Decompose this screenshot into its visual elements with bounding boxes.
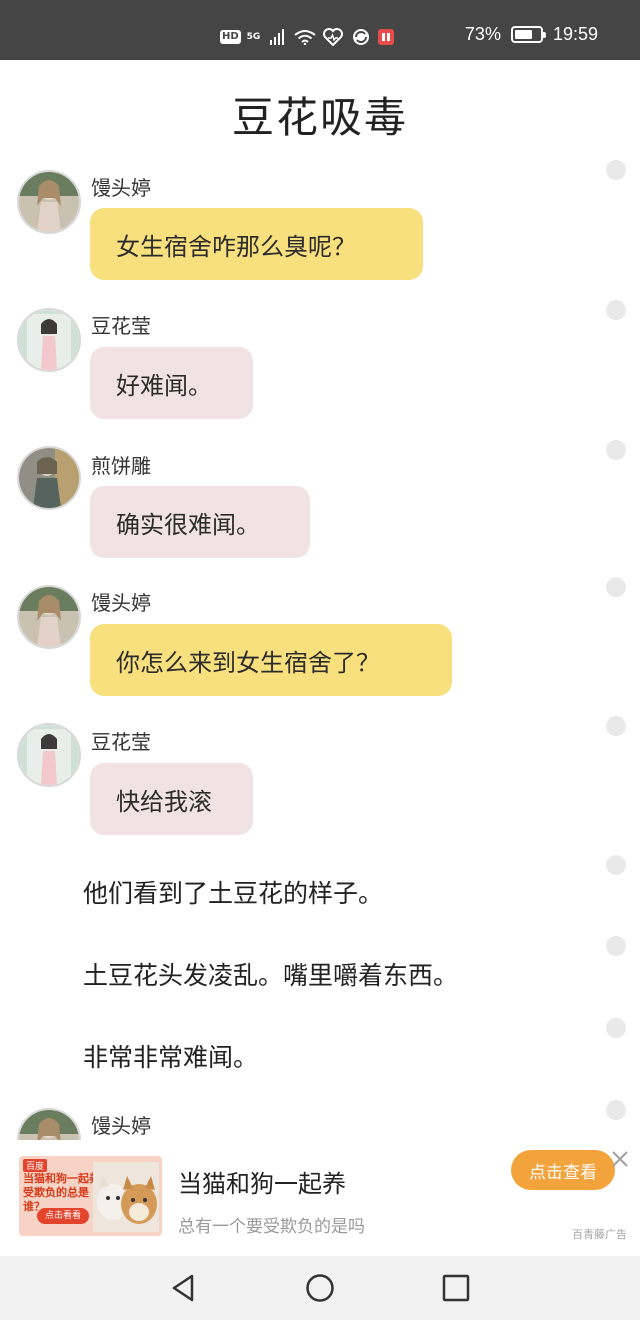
message-bubble[interactable]: 好难闻。 (90, 347, 253, 419)
sender-name: 馒头婷 (91, 591, 151, 615)
battery-icon (510, 26, 546, 43)
ad-cta-button[interactable]: 点击查看 (511, 1150, 615, 1190)
navigation-bar (0, 1256, 640, 1320)
sender-name: 豆花莹 (91, 730, 151, 754)
avatar[interactable] (17, 446, 81, 510)
close-icon[interactable] (609, 1148, 631, 1170)
narration-text[interactable]: 他们看到了土豆花的样子。 (83, 874, 383, 910)
signal-bars-icon (266, 28, 288, 46)
heart-icon (322, 28, 344, 46)
clock: 19:59 (552, 24, 598, 44)
select-dot[interactable] (606, 577, 626, 597)
recents-square-icon[interactable] (440, 1272, 472, 1304)
avatar[interactable] (17, 585, 81, 649)
ad-image[interactable]: 百度 当猫和狗一起养 受欺负的总是谁？ 点击看看 (19, 1156, 162, 1236)
narration-text[interactable]: 非常非常难闻。 (83, 1038, 258, 1074)
ad-image-button: 点击看看 (37, 1208, 89, 1224)
ad-title[interactable]: 当猫和狗一起养 (178, 1164, 346, 1199)
message-bubble[interactable]: 快给我滚 (90, 763, 253, 835)
red-app-icon (378, 29, 395, 45)
avatar[interactable] (17, 723, 81, 787)
select-dot[interactable] (606, 440, 626, 460)
ad-subtitle[interactable]: 总有一个要受欺负的是吗 (178, 1212, 365, 1237)
status-icons: HD 5G (220, 24, 395, 50)
avatar[interactable] (17, 308, 81, 372)
narration-text[interactable]: 土豆花头发凌乱。嘴里嚼着东西。 (83, 956, 458, 992)
select-dot[interactable] (606, 716, 626, 736)
battery-fill (514, 30, 533, 39)
select-dot[interactable] (606, 1100, 626, 1120)
select-dot[interactable] (606, 1018, 626, 1038)
message-bubble[interactable]: 你怎么来到女生宿舍了？ (90, 624, 452, 696)
hd-icon: HD (220, 30, 241, 44)
avatar[interactable] (17, 170, 81, 234)
status-right: 73% 19:59 (465, 24, 598, 45)
message-bubble[interactable]: 确实很难闻。 (90, 486, 310, 558)
sender-name: 馒头婷 (91, 1114, 151, 1138)
select-dot[interactable] (606, 300, 626, 320)
ad-source-label: 百青藤广告 (572, 1228, 627, 1241)
5g-label: 5G (246, 31, 261, 42)
ad-banner[interactable]: 百度 当猫和狗一起养 受欺负的总是谁？ 点击看看 当猫和狗一起养 总有一个要受欺… (0, 1140, 640, 1256)
sender-name: 豆花莹 (91, 314, 151, 338)
cat-dog-photo (93, 1162, 159, 1232)
select-dot[interactable] (606, 855, 626, 875)
status-bar: HD 5G 73% 19:59 (0, 0, 640, 60)
select-dot[interactable] (606, 160, 626, 180)
battery-percent: 73% (464, 24, 501, 44)
sender-name: 馒头婷 (91, 176, 151, 200)
page-title: 豆花吸毒 (231, 93, 408, 142)
sync-icon (350, 28, 372, 46)
home-circle-icon[interactable] (304, 1272, 336, 1304)
ad-image-logo: 百度 (23, 1159, 48, 1172)
wifi-icon (294, 28, 316, 46)
sender-name: 煎饼雕 (91, 454, 151, 478)
message-bubble[interactable]: 女生宿舍咋那么臭呢？ (90, 208, 423, 280)
back-triangle-icon[interactable] (168, 1272, 200, 1304)
select-dot[interactable] (606, 936, 626, 956)
